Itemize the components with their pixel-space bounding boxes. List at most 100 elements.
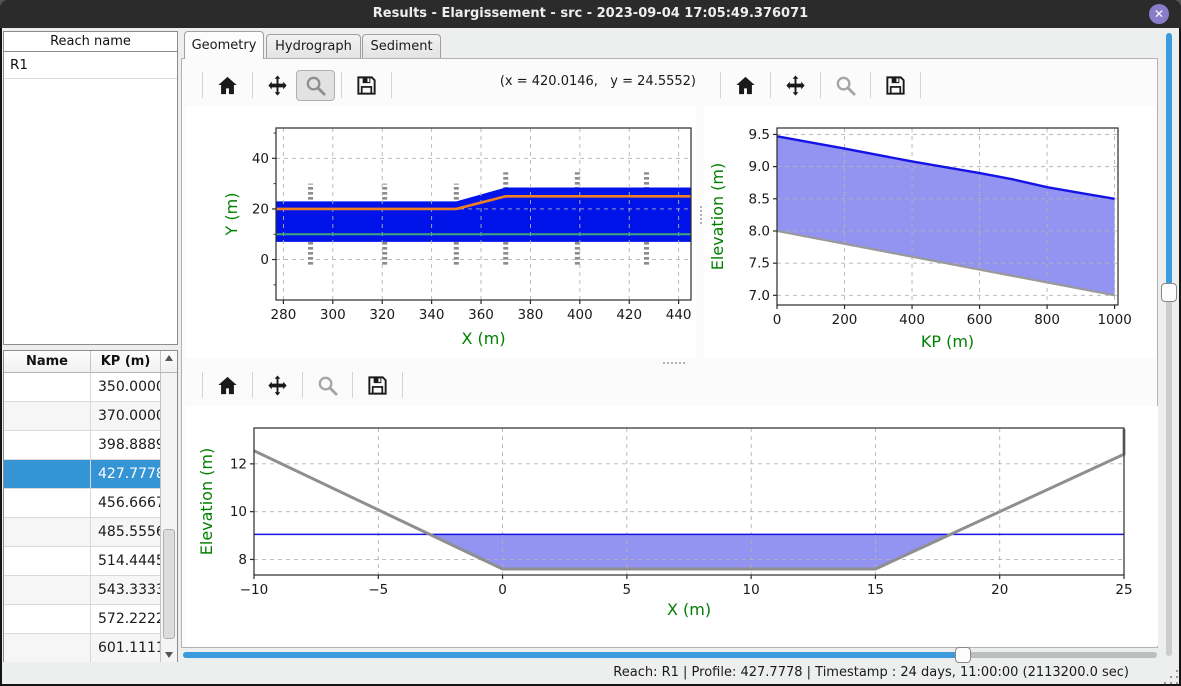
svg-text:280: 280 bbox=[271, 307, 297, 323]
pan-button[interactable] bbox=[777, 74, 814, 97]
table-row[interactable]: 572.2222 bbox=[4, 605, 160, 634]
toolbar-separator bbox=[341, 72, 342, 98]
svg-text:Elevation (m): Elevation (m) bbox=[197, 448, 216, 555]
svg-text:12: 12 bbox=[230, 456, 247, 472]
scroll-up-icon[interactable] bbox=[165, 355, 173, 361]
cell-kp[interactable]: 514.4445 bbox=[91, 547, 160, 575]
cell-kp[interactable]: 485.5556 bbox=[91, 518, 160, 546]
table-row[interactable]: 543.3333 bbox=[4, 576, 160, 605]
cross-section-canvas[interactable]: −10−5051015202581012X (m)Elevation (m) bbox=[186, 406, 1158, 646]
save-button[interactable] bbox=[359, 374, 396, 397]
cell-name[interactable] bbox=[4, 518, 91, 546]
svg-text:0: 0 bbox=[773, 312, 782, 328]
svg-text:−10: −10 bbox=[240, 582, 269, 598]
cell-name[interactable] bbox=[4, 402, 91, 430]
svg-text:8.0: 8.0 bbox=[749, 223, 770, 239]
home-button[interactable] bbox=[209, 74, 246, 97]
scroll-down-icon[interactable] bbox=[165, 652, 173, 658]
cell-name[interactable] bbox=[4, 634, 91, 662]
table-scrollbar[interactable] bbox=[160, 373, 177, 662]
zoom-button[interactable] bbox=[296, 70, 335, 101]
tab-geometry[interactable]: Geometry bbox=[184, 31, 264, 59]
vertical-slider-thumb[interactable] bbox=[1161, 283, 1177, 302]
title-bar[interactable]: Results - Elargissement - src - 2023-09-… bbox=[0, 0, 1181, 28]
svg-text:200: 200 bbox=[832, 312, 858, 328]
cell-kp[interactable]: 543.3333 bbox=[91, 576, 160, 604]
svg-text:300: 300 bbox=[320, 307, 346, 323]
timestamp-slider-thumb[interactable] bbox=[955, 647, 971, 663]
profiles-table-header: Name KP (m) bbox=[4, 351, 177, 373]
svg-text:X (m): X (m) bbox=[667, 600, 711, 619]
svg-text:320: 320 bbox=[369, 307, 395, 323]
svg-text:0: 0 bbox=[260, 252, 269, 268]
cross-section-toolbar bbox=[196, 368, 409, 402]
save-icon bbox=[355, 74, 378, 97]
vertical-slider[interactable] bbox=[1166, 285, 1172, 656]
svg-text:1000: 1000 bbox=[1097, 312, 1131, 328]
save-button[interactable] bbox=[348, 74, 385, 97]
toolbar-separator bbox=[402, 372, 403, 398]
zoom-button[interactable] bbox=[827, 74, 864, 97]
table-row[interactable]: 350.0000 bbox=[4, 373, 160, 402]
table-row[interactable]: 456.6667 bbox=[4, 489, 160, 518]
pan-icon bbox=[266, 374, 289, 397]
table-row[interactable]: 601.1111 bbox=[4, 634, 160, 662]
home-button[interactable] bbox=[209, 374, 246, 397]
cell-kp[interactable]: 572.2222 bbox=[91, 605, 160, 633]
cell-kp[interactable]: 456.6667 bbox=[91, 489, 160, 517]
pan-icon bbox=[266, 74, 289, 97]
table-row[interactable]: 427.7778 bbox=[4, 460, 160, 489]
cell-name[interactable] bbox=[4, 373, 91, 401]
cell-name[interactable] bbox=[4, 460, 91, 488]
cell-kp[interactable]: 370.0000 bbox=[91, 402, 160, 430]
svg-text:9.0: 9.0 bbox=[749, 159, 770, 175]
cell-name[interactable] bbox=[4, 547, 91, 575]
reach-list: R1 bbox=[3, 52, 178, 345]
pan-button[interactable] bbox=[259, 374, 296, 397]
column-header-kp[interactable]: KP (m) bbox=[91, 351, 161, 372]
zoom-button[interactable] bbox=[309, 374, 346, 397]
svg-text:25: 25 bbox=[1115, 582, 1132, 598]
cell-name[interactable] bbox=[4, 605, 91, 633]
svg-text:15: 15 bbox=[867, 582, 884, 598]
profiles-table-body: 350.0000370.0000398.8889427.7778456.6667… bbox=[4, 373, 160, 662]
cell-kp[interactable]: 427.7778 bbox=[91, 460, 160, 488]
pan-button[interactable] bbox=[259, 74, 296, 97]
cell-name[interactable] bbox=[4, 489, 91, 517]
table-row[interactable]: 398.8889 bbox=[4, 431, 160, 460]
scrollbar-thumb[interactable] bbox=[163, 529, 175, 639]
cell-name[interactable] bbox=[4, 576, 91, 604]
cell-name[interactable] bbox=[4, 431, 91, 459]
svg-text:340: 340 bbox=[419, 307, 445, 323]
home-icon bbox=[216, 74, 239, 97]
svg-text:7.0: 7.0 bbox=[749, 288, 770, 304]
svg-text:440: 440 bbox=[666, 307, 692, 323]
reach-list-item[interactable]: R1 bbox=[4, 52, 177, 79]
toolbar-separator bbox=[720, 72, 721, 98]
toolbar-separator bbox=[252, 372, 253, 398]
longitudinal-profile-canvas[interactable]: 020040060080010007.07.58.08.59.09.5KP (m… bbox=[704, 106, 1156, 358]
cell-kp[interactable]: 398.8889 bbox=[91, 431, 160, 459]
plan-toolbar bbox=[196, 68, 398, 102]
resize-grip[interactable] bbox=[1164, 670, 1166, 672]
toolbar-separator bbox=[870, 72, 871, 98]
toolbar-separator bbox=[352, 372, 353, 398]
cell-kp[interactable]: 350.0000 bbox=[91, 373, 160, 401]
svg-text:7.5: 7.5 bbox=[749, 256, 770, 272]
tab-hydrograph[interactable]: Hydrograph bbox=[266, 34, 361, 59]
close-icon[interactable]: ✕ bbox=[1149, 4, 1169, 24]
table-row[interactable]: 485.5556 bbox=[4, 518, 160, 547]
plan-view-canvas[interactable]: 28030032034036038040042044002040X (m)Y (… bbox=[186, 106, 696, 358]
svg-text:Y (m): Y (m) bbox=[222, 193, 241, 237]
tab-sediment[interactable]: Sediment bbox=[362, 34, 441, 59]
svg-text:5: 5 bbox=[623, 582, 632, 598]
table-row[interactable]: 514.4445 bbox=[4, 547, 160, 576]
save-button[interactable] bbox=[877, 74, 914, 97]
home-icon bbox=[216, 374, 239, 397]
timestamp-slider[interactable] bbox=[183, 652, 1157, 658]
table-row[interactable]: 370.0000 bbox=[4, 402, 160, 431]
home-button[interactable] bbox=[727, 74, 764, 97]
cursor-coordinate-readout: (x = 420.0146, y = 24.5552) bbox=[440, 74, 696, 94]
column-header-name[interactable]: Name bbox=[4, 351, 91, 372]
cell-kp[interactable]: 601.1111 bbox=[91, 634, 160, 662]
